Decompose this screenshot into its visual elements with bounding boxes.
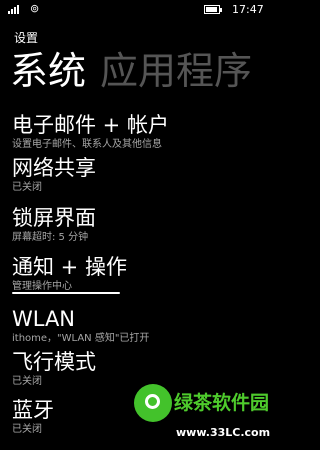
battery-icon — [204, 5, 222, 14]
item-subtitle: 已关闭 — [12, 182, 42, 193]
item-subtitle: 屏幕超时: 5 分钟 — [12, 232, 89, 243]
item-title: 网络共享 — [12, 156, 96, 180]
settings-item-internet-sharing[interactable]: 网络共享 已关闭 — [12, 155, 268, 194]
pen-underline — [12, 292, 120, 294]
wifi-icon: ⊚ — [30, 2, 40, 15]
watermark-url: www.33LC.com — [176, 426, 271, 439]
app-title: 设置 — [14, 31, 39, 45]
settings-item-notifications-actions[interactable]: 通知 + 操作 管理操作中心 — [12, 254, 268, 293]
pivot-tab-system[interactable]: 系统 — [10, 49, 86, 93]
pivot-tab-apps[interactable]: 应用程序 — [100, 49, 252, 93]
pivot-header: 系统 应用程序 — [10, 47, 252, 95]
item-title: 电子邮件 + 帐户 — [12, 113, 169, 137]
settings-item-airplane-mode[interactable]: 飞行模式 已关闭 — [12, 349, 268, 388]
settings-item-email-accounts[interactable]: 电子邮件 + 帐户 设置电子邮件、联系人及其他信息 — [12, 112, 268, 151]
item-subtitle: ithome，"WLAN 感知"已打开 — [12, 333, 150, 344]
signal-strength-icon — [8, 5, 19, 14]
clock: 17:47 — [232, 3, 264, 16]
item-title: 飞行模式 — [12, 350, 96, 374]
settings-item-lock-screen[interactable]: 锁屏界面 屏幕超时: 5 分钟 — [12, 205, 268, 244]
watermark-logo: 绿茶软件园 www.33LC.com — [134, 384, 270, 450]
leaf-logo-icon — [134, 384, 172, 422]
item-subtitle: 设置电子邮件、联系人及其他信息 — [12, 139, 162, 150]
settings-item-wlan[interactable]: WLAN ithome，"WLAN 感知"已打开 — [12, 306, 268, 345]
item-title: 锁屏界面 — [12, 206, 96, 230]
item-title: WLAN — [12, 307, 76, 331]
item-title: 通知 + 操作 — [12, 255, 127, 279]
status-bar: ⊚ 17:47 — [0, 0, 270, 20]
watermark-name: 绿茶软件园 — [174, 392, 270, 414]
